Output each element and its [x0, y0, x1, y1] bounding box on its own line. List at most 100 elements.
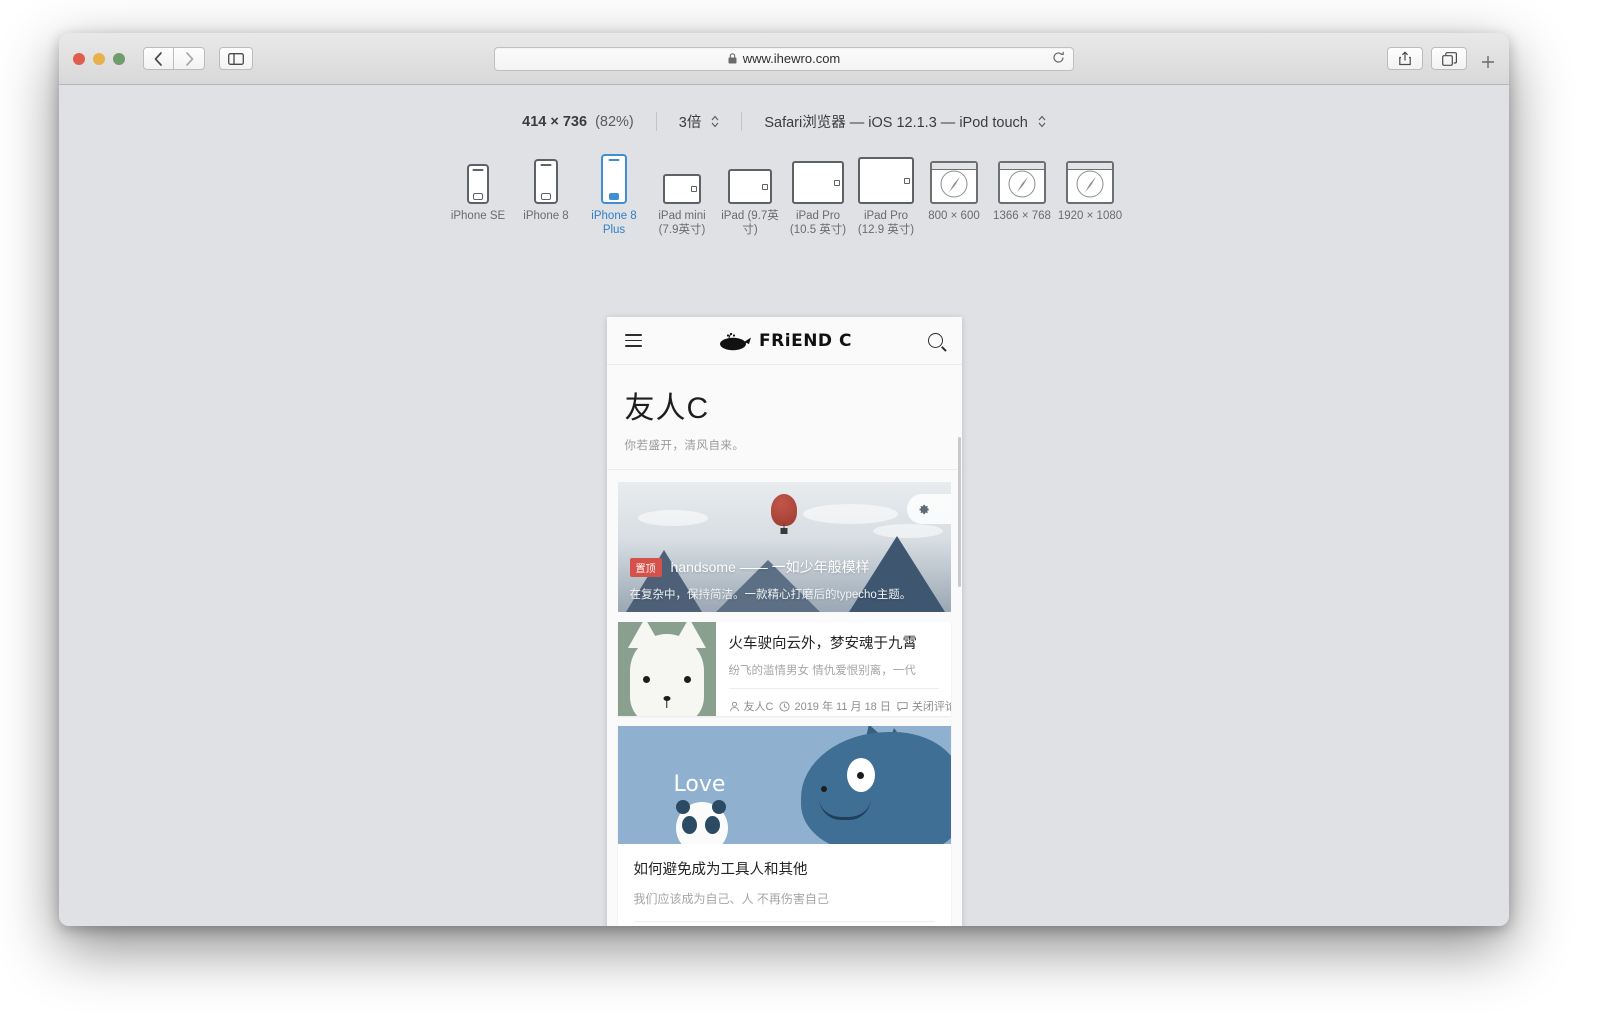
address-bar[interactable]: www.ihewro.com [494, 46, 1074, 71]
device-ipad-pro-105[interactable]: iPad Pro (10.5 英寸) [784, 148, 852, 238]
post-meta: 友人C 2019 年 11 月 10 日 关闭评论 [633, 921, 935, 926]
ipad-pro-105-icon [792, 148, 844, 204]
responsive-design-mode: 414 × 736 (82%) 3倍 Safari浏览器 — iOS 12.1.… [59, 85, 1509, 926]
show-sidebar-button[interactable] [219, 47, 253, 70]
user-agent-value: Safari浏览器 — iOS 12.1.3 — iPod touch [764, 115, 1028, 131]
viewport-dimensions: 414 × 736 [522, 113, 588, 130]
device-label: 800 × 600 [928, 210, 980, 222]
url-text-group: www.ihewro.com [728, 51, 841, 66]
cat-illustration [627, 622, 706, 716]
pixel-ratio-value: 3倍 [678, 115, 702, 131]
post-comments-value: 关闭评论 [911, 701, 951, 713]
device-label: iPad Pro (12.9 英寸) [857, 210, 915, 237]
post-thumbnail [617, 622, 716, 716]
ipad-mini-icon [663, 148, 701, 204]
post-author: 友人C [729, 698, 774, 714]
site-header: FRiEND C [606, 317, 962, 365]
share-button[interactable] [1387, 47, 1423, 70]
user-agent-select[interactable]: Safari浏览器 — iOS 12.1.3 — iPod touch [742, 111, 1068, 132]
post-comments: 关闭评论 [897, 698, 951, 714]
site-description: 你若盛开，清风自来。 [624, 440, 745, 452]
pinned-post-card[interactable]: 置顶 handsome —— 一如少年般模样 在复杂中，保持简洁。一款精心打磨后… [617, 482, 951, 612]
post-author-name: 友人C [743, 701, 774, 713]
whale-icon [720, 332, 752, 350]
desktop-background: www.ihewro.com 414 × 736 (82%) 3倍 Safari… [0, 0, 1600, 1022]
share-icon [1399, 51, 1411, 66]
page-scrollbar[interactable] [957, 437, 961, 587]
new-tab-button[interactable] [1475, 54, 1495, 73]
chevron-left-icon [154, 51, 162, 66]
post-card[interactable]: 火车驶向云外，梦安魂于九霄 纷飞的滥情男女 情仇爱恨别离，一代 友人C 2019… [617, 622, 951, 716]
chevron-right-icon [185, 51, 193, 66]
iphone-se-icon [467, 148, 489, 204]
device-label: iPhone 8 [523, 210, 569, 222]
cloud-shape [637, 510, 708, 526]
window-1920x1080[interactable]: 1920 × 1080 [1056, 148, 1124, 223]
window-800x600[interactable]: 800 × 600 [920, 148, 988, 223]
iphone-8-plus-icon [601, 148, 627, 204]
back-button[interactable] [143, 47, 174, 70]
search-icon[interactable] [928, 333, 944, 348]
device-label: 1366 × 768 [993, 210, 1051, 222]
iphone-8-icon [534, 148, 558, 204]
brand-text: FRiEND C [759, 330, 852, 351]
device-label: iPhone 8 Plus [591, 210, 637, 237]
minimize-window-button[interactable] [93, 52, 105, 65]
plus-icon [1482, 56, 1494, 68]
maximize-window-button[interactable] [113, 52, 125, 65]
device-viewport: FRiEND C 友人C 你若盛开，清风自来。 置顶 handsome —— 一… [606, 317, 962, 926]
post-meta: 友人C 2019 年 11 月 18 日 关闭评论 [728, 688, 951, 714]
ipad-pro-129-icon [858, 148, 914, 204]
chevron-updown-icon [711, 115, 719, 128]
viewport-size-display[interactable]: 414 × 736 (82%) [500, 114, 656, 130]
window-1366x768[interactable]: 1366 × 768 [988, 148, 1056, 223]
device-iphone-8-plus[interactable]: iPhone 8 Plus [580, 148, 648, 238]
close-window-button[interactable] [73, 52, 85, 65]
cloud-shape [802, 504, 898, 524]
toolbar-right-actions [1387, 44, 1495, 73]
device-label: 1920 × 1080 [1057, 210, 1123, 222]
chevron-updown-icon-2 [1038, 115, 1046, 128]
device-label: iPad mini (7.9英寸) [658, 210, 706, 237]
device-iphone-se[interactable]: iPhone SE [444, 148, 512, 223]
panda-illustration [675, 800, 728, 844]
pinned-post-title: handsome —— 一如少年般模样 [670, 559, 870, 575]
post-title: 火车驶向云外，梦安魂于九霄 [728, 636, 918, 652]
device-ipad-pro-129[interactable]: iPad Pro (12.9 英寸) [852, 148, 920, 238]
post-settings-button[interactable] [906, 494, 951, 524]
device-ipad-mini[interactable]: iPad mini (7.9英寸) [648, 148, 716, 238]
post-card-body: 如何避免成为工具人和其他 我们应该成为自己、人 不再伤害自己 友人C [618, 844, 951, 926]
post-thumbnail: Love [617, 726, 951, 844]
sidebar-icon [228, 52, 244, 65]
navigation-buttons [143, 47, 205, 70]
preview-stage: FRiEND C 友人C 你若盛开，清风自来。 置顶 handsome —— 一… [59, 317, 1509, 926]
safari-browser-window: www.ihewro.com 414 × 736 (82%) 3倍 Safari… [59, 33, 1509, 926]
window-1920-icon [1066, 148, 1114, 204]
site-title: 友人C [624, 392, 710, 425]
pinned-post-headline: 置顶 handsome —— 一如少年般模样 [629, 557, 939, 577]
dinosaur-illustration [800, 732, 951, 844]
device-ipad[interactable]: iPad (9.7英寸) [716, 148, 784, 238]
forward-button[interactable] [174, 47, 205, 70]
device-label: iPhone SE [450, 210, 506, 222]
rdm-settings-bar: 414 × 736 (82%) 3倍 Safari浏览器 — iOS 12.1.… [59, 85, 1509, 132]
image-word: Love [673, 772, 726, 797]
hamburger-icon[interactable] [624, 330, 642, 351]
tab-overview-icon [1441, 51, 1457, 66]
comment-icon [897, 701, 908, 711]
rendered-web-page: FRiEND C 友人C 你若盛开，清风自来。 置顶 handsome —— 一… [606, 317, 962, 926]
window-800-icon [930, 148, 978, 204]
pixel-ratio-select[interactable]: 3倍 [657, 111, 742, 132]
reload-button[interactable] [1052, 51, 1065, 66]
hot-air-balloon-illustration [771, 494, 797, 526]
post-excerpt: 纷飞的滥情男女 情仇爱恨别离，一代 [728, 665, 916, 677]
person-icon [729, 701, 739, 711]
post-date: 2019 年 11 月 18 日 [779, 698, 891, 714]
post-card[interactable]: Love 如何避免成为工具人和其他 我们应该成为自己、人 不再伤害自己 [617, 726, 951, 926]
site-brand[interactable]: FRiEND C [718, 331, 852, 351]
device-iphone-8[interactable]: iPhone 8 [512, 148, 580, 223]
url-value: www.ihewro.com [742, 51, 841, 66]
tab-overview-button[interactable] [1431, 47, 1467, 70]
gear-icon [919, 504, 929, 514]
pinned-post-text: 置顶 handsome —— 一如少年般模样 在复杂中，保持简洁。一款精心打磨后… [629, 557, 939, 602]
